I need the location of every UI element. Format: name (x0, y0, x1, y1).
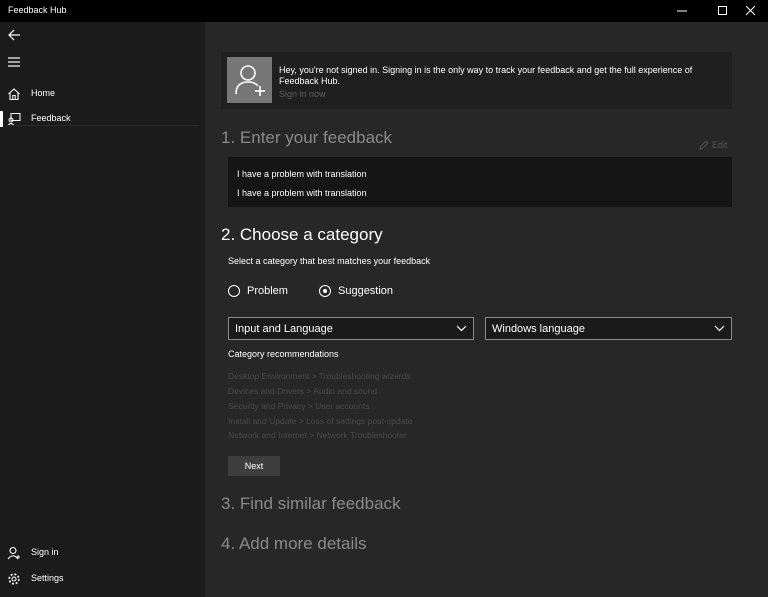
step-3-heading: 3. Find similar feedback (221, 494, 401, 513)
recommendation-link[interactable]: Network and Internet > Network Troublesh… (228, 430, 407, 440)
home-icon (8, 88, 20, 101)
back-arrow-icon (8, 29, 20, 41)
category-instruction: Select a category that best matches your… (228, 256, 431, 266)
radio-circle (228, 285, 240, 297)
minimize-button[interactable] (665, 0, 699, 22)
recommendation-link[interactable]: Devices and Drivers > Audio and sound (228, 386, 377, 396)
category-dropdown[interactable]: Input and Language (228, 317, 474, 340)
sidebar-item-sign-in[interactable]: Sign in (0, 540, 205, 566)
title-bar: Feedback Hub (0, 0, 768, 22)
radio-circle-selected (319, 285, 331, 297)
window-title: Feedback Hub (8, 5, 67, 15)
close-icon (746, 6, 756, 16)
sidebar: Home Feedback Sign in Settings (0, 22, 205, 597)
step-4-heading: 4. Add more details (221, 534, 367, 553)
feedback-icon (7, 113, 21, 126)
radio-suggestion[interactable]: Suggestion (319, 285, 393, 297)
sidebar-item-label: Home (31, 88, 56, 98)
step-2-heading: 2. Choose a category (221, 225, 383, 244)
person-icon (7, 546, 20, 560)
subcategory-dropdown[interactable]: Windows language (485, 317, 732, 340)
recommendation-link[interactable]: Security and Privacy > User accounts (228, 401, 370, 411)
sidebar-item-home[interactable]: Home (0, 81, 205, 107)
feedback-details: I have a problem with translation (237, 188, 367, 198)
main-content: Hey, you're not signed in. Signing in is… (205, 22, 768, 597)
radio-label: Problem (247, 285, 288, 297)
sign-in-message: Hey, you're not signed in. Signing in is… (279, 65, 693, 86)
sidebar-item-label: Feedback (31, 113, 71, 123)
feedback-summary: I have a problem with translation (237, 169, 367, 179)
recommendation-link[interactable]: Install and Update > Loss of settings po… (228, 416, 413, 426)
sign-in-banner: Hey, you're not signed in. Signing in is… (221, 52, 732, 109)
sidebar-item-label: Sign in (31, 547, 59, 557)
radio-problem[interactable]: Problem (228, 285, 288, 297)
radio-label: Suggestion (338, 285, 394, 297)
chevron-down-icon (714, 325, 725, 332)
step-1-heading: 1. Enter your feedback (221, 128, 393, 147)
category-recommendations-title: Category recommendations (228, 349, 339, 359)
feedback-summary-box: I have a problem with translation I have… (228, 157, 732, 207)
recommendation-link[interactable]: Desktop Environment > Troubleshooting wi… (228, 371, 411, 381)
edit-button[interactable]: Edit (699, 140, 728, 150)
sidebar-item-feedback[interactable]: Feedback (0, 106, 205, 132)
sidebar-divider (8, 125, 198, 126)
avatar (227, 57, 272, 103)
pencil-icon (699, 140, 709, 150)
hamburger-menu-button[interactable] (0, 49, 205, 75)
back-button[interactable] (0, 22, 205, 48)
minimize-icon (677, 10, 687, 12)
add-user-icon (235, 65, 265, 96)
next-button[interactable]: Next (228, 456, 280, 476)
sidebar-item-settings[interactable]: Settings (0, 566, 205, 592)
category-value: Input and Language (235, 323, 333, 335)
chevron-down-icon (456, 325, 467, 332)
close-button[interactable] (734, 0, 768, 22)
hamburger-menu-icon (8, 57, 20, 67)
selection-indicator (0, 111, 3, 127)
gear-icon (8, 573, 20, 585)
sign-in-link[interactable]: Sign in now (279, 89, 326, 99)
maximize-icon (718, 6, 727, 15)
subcategory-value: Windows language (492, 323, 585, 335)
edit-label: Edit (712, 140, 728, 150)
sidebar-item-label: Settings (31, 573, 64, 583)
